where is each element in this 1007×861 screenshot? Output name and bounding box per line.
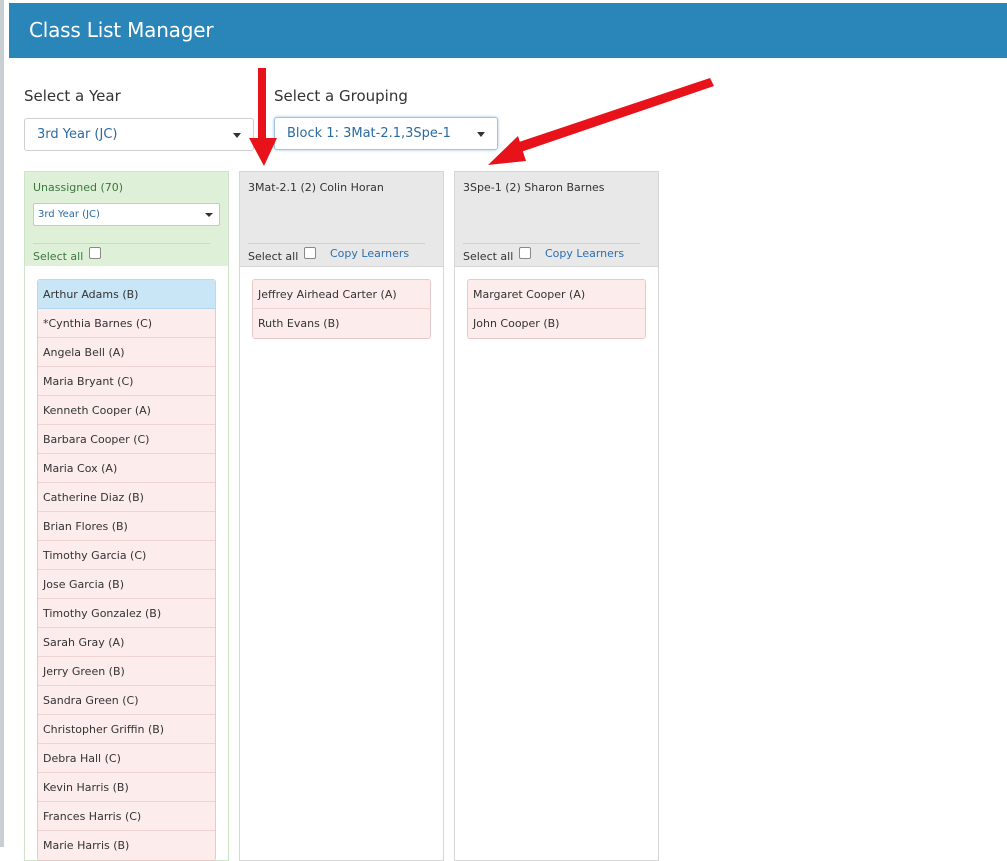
student-item[interactable]: Timothy Garcia (C) — [38, 541, 215, 570]
group-panel-header: 3Mat-2.1 (2) Colin Horan Select all Copy… — [240, 172, 443, 267]
student-item[interactable]: Catherine Diaz (B) — [38, 483, 215, 512]
student-item[interactable]: Christopher Griffin (B) — [38, 715, 215, 744]
select-all-checkbox[interactable] — [519, 247, 531, 259]
group-panel-header: 3Spe-1 (2) Sharon Barnes Select all Copy… — [455, 172, 658, 267]
select-all-checkbox[interactable] — [89, 247, 101, 259]
student-item[interactable]: Sandra Green (C) — [38, 686, 215, 715]
year-select[interactable]: 3rd Year (JC) — [24, 118, 254, 151]
unassigned-year-select[interactable]: 3rd Year (JC) — [33, 203, 220, 226]
divider — [33, 243, 210, 244]
group-panel-3mat: 3Mat-2.1 (2) Colin Horan Select all Copy… — [239, 171, 444, 861]
unassigned-title: Unassigned (70) — [33, 181, 124, 194]
student-item[interactable]: Brian Flores (B) — [38, 512, 215, 541]
student-item[interactable]: Timothy Gonzalez (B) — [38, 599, 215, 628]
select-all-label: Select all — [463, 250, 514, 263]
divider — [248, 243, 425, 244]
divider — [463, 243, 640, 244]
unassigned-panel-header: Unassigned (70) 3rd Year (JC) Select all — [25, 172, 228, 266]
unassigned-panel: Unassigned (70) 3rd Year (JC) Select all… — [24, 171, 229, 861]
year-select-value: 3rd Year (JC) — [37, 127, 118, 142]
student-item[interactable]: Barbara Cooper (C) — [38, 425, 215, 454]
chevron-down-icon — [233, 133, 241, 138]
arrow-down-annotation — [249, 68, 277, 166]
grouping-select-value: Block 1: 3Mat-2.1,3Spe-1 — [287, 126, 451, 141]
student-item[interactable]: Angela Bell (A) — [38, 338, 215, 367]
student-item[interactable]: Debra Hall (C) — [38, 744, 215, 773]
student-item[interactable]: Jeffrey Airhead Carter (A) — [253, 280, 430, 309]
unassigned-student-list: Arthur Adams (B) *Cynthia Barnes (C) Angel… — [37, 279, 216, 861]
grouping-label: Select a Grouping — [274, 87, 408, 105]
student-item[interactable]: Sarah Gray (A) — [38, 628, 215, 657]
student-item[interactable]: John Cooper (B) — [468, 309, 645, 338]
group-student-list: Jeffrey Airhead Carter (A) Ruth Evans (B) — [252, 279, 431, 339]
student-item[interactable]: Arthur Adams (B) — [38, 280, 215, 309]
chevron-down-icon — [477, 132, 485, 137]
copy-learners-link[interactable]: Copy Learners — [330, 247, 409, 260]
student-item[interactable]: Jose Garcia (B) — [38, 570, 215, 599]
window-edge — [0, 0, 4, 847]
app-title: Class List Manager — [29, 18, 214, 42]
student-item[interactable]: Maria Cox (A) — [38, 454, 215, 483]
app-header: Class List Manager — [9, 3, 1007, 58]
group-student-list: Margaret Cooper (A) John Cooper (B) — [467, 279, 646, 339]
select-all-label: Select all — [248, 250, 299, 263]
grouping-select[interactable]: Block 1: 3Mat-2.1,3Spe-1 — [274, 117, 498, 150]
group-title: 3Spe-1 (2) Sharon Barnes — [463, 181, 605, 194]
student-item[interactable]: Margaret Cooper (A) — [468, 280, 645, 309]
group-title: 3Mat-2.1 (2) Colin Horan — [248, 181, 384, 194]
arrow-left-annotation — [488, 78, 714, 165]
student-item[interactable]: Ruth Evans (B) — [253, 309, 430, 338]
student-item[interactable]: Maria Bryant (C) — [38, 367, 215, 396]
group-panel-3spe: 3Spe-1 (2) Sharon Barnes Select all Copy… — [454, 171, 659, 861]
student-item[interactable]: *Cynthia Barnes (C) — [38, 309, 215, 338]
student-item[interactable]: Jerry Green (B) — [38, 657, 215, 686]
student-item[interactable]: Kevin Harris (B) — [38, 773, 215, 802]
year-label: Select a Year — [24, 87, 121, 105]
copy-learners-link[interactable]: Copy Learners — [545, 247, 624, 260]
student-item[interactable]: Frances Harris (C) — [38, 802, 215, 831]
student-item[interactable]: Marie Harris (B) — [38, 831, 215, 860]
select-all-checkbox[interactable] — [304, 247, 316, 259]
chevron-down-icon — [205, 213, 213, 217]
select-all-label: Select all — [33, 250, 84, 263]
unassigned-year-value: 3rd Year (JC) — [38, 209, 100, 220]
student-item[interactable]: Kenneth Cooper (A) — [38, 396, 215, 425]
